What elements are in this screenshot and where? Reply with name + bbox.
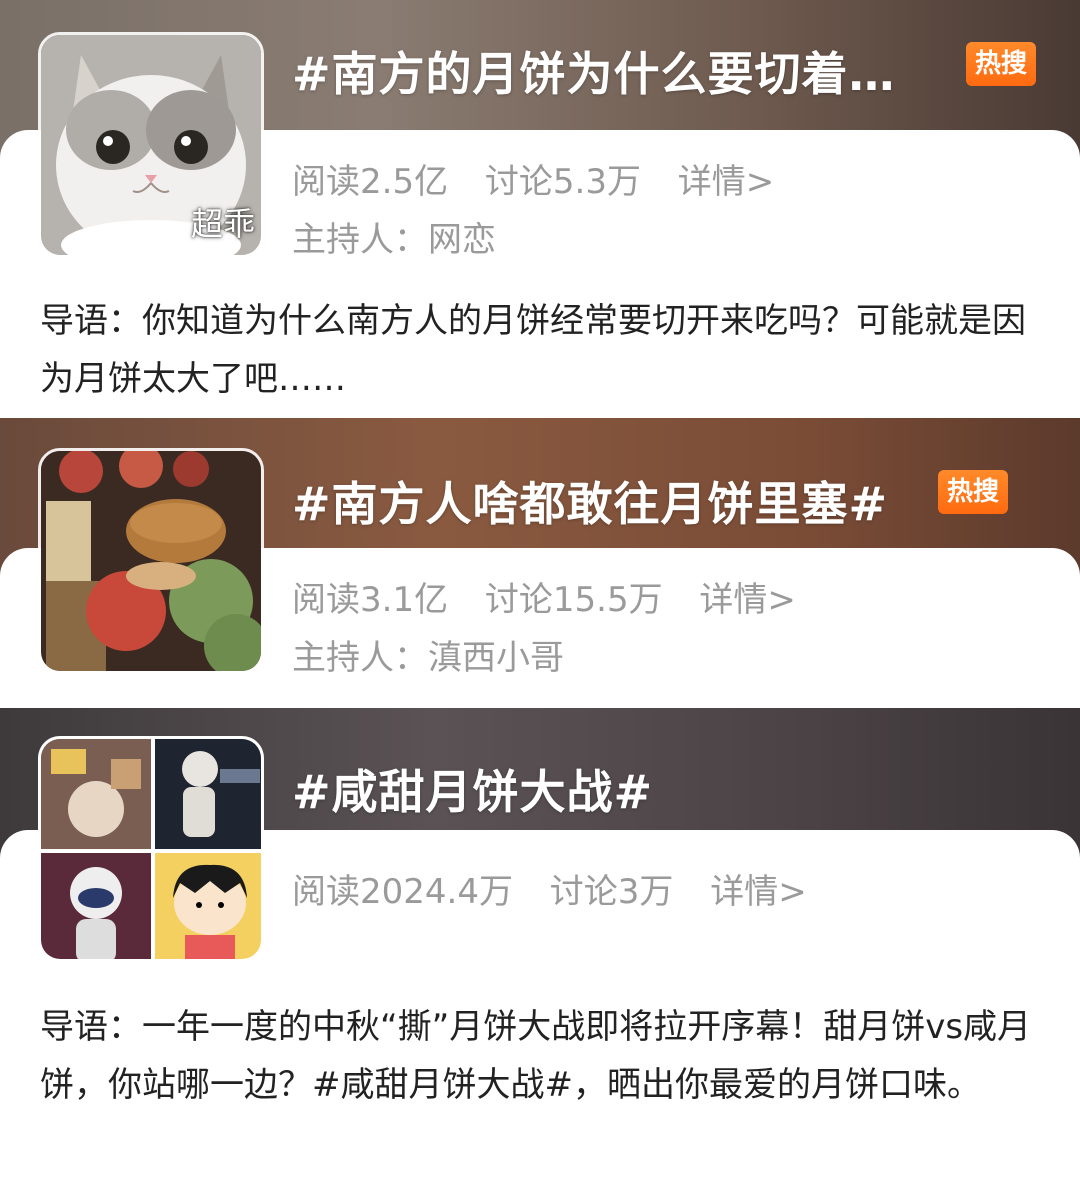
read-count: 阅读2024.4万 — [292, 872, 513, 912]
topic-host: 主持人：网恋 — [292, 220, 496, 260]
read-count: 阅读3.1亿 — [292, 580, 449, 620]
topic-host: 主持人：滇西小哥 — [292, 638, 564, 678]
detail-link[interactable]: 详情> — [699, 580, 796, 620]
topic-title[interactable]: #咸甜月饼大战# — [292, 756, 653, 822]
topic-stats: 阅读2.5亿 讨论5.3万 详情> — [292, 154, 800, 203]
topic-title[interactable]: #南方人啥都敢往月饼里塞# — [292, 468, 888, 534]
hot-search-badge: 热搜 — [966, 42, 1037, 86]
mooncake-food-photo[interactable] — [38, 448, 264, 674]
collage-photo-1 — [41, 739, 151, 849]
discuss-count: 讨论5.3万 — [484, 162, 641, 202]
detail-link[interactable]: 详情> — [678, 162, 775, 202]
collage-photo-4 — [155, 853, 261, 959]
topic-card-2[interactable]: #南方人啥都敢往月饼里塞# 热搜 阅读3.1亿 讨论15.5万 详情> 主持人：… — [0, 418, 1080, 708]
discuss-count: 讨论15.5万 — [484, 580, 663, 620]
sticker-text: 超乖 — [190, 205, 255, 243]
topic-card-3[interactable]: #咸甜月饼大战# 阅读2024.4万 讨论3万 详情> 导语：一年一度的中秋“撕… — [0, 708, 1080, 1187]
topic-title[interactable]: #南方的月饼为什么要切着… — [292, 38, 896, 104]
topic-intro: 导语：一年一度的中秋“撕”月饼大战即将拉开序幕！甜月饼vs咸月饼，你站哪一边？#… — [40, 1007, 1032, 1105]
topic-stats: 阅读2024.4万 讨论3万 详情> — [292, 864, 833, 913]
cat-photo[interactable]: 超乖 — [38, 32, 264, 258]
detail-link[interactable]: 详情> — [710, 872, 807, 912]
collage-photo-3 — [41, 853, 151, 959]
topic-intro: 导语：你知道为什么南方人的月饼经常要切开来吃吗？可能就是因为月饼太大了吧…… — [40, 301, 1026, 399]
discuss-count: 讨论3万 — [549, 872, 674, 912]
collage-photo-2 — [155, 739, 261, 849]
topic-stats: 阅读3.1亿 讨论15.5万 详情> — [292, 572, 822, 621]
topic-card-1[interactable]: 超乖 #南方的月饼为什么要切着… 热搜 阅读2.5亿 讨论5.3万 详情> 主持… — [0, 0, 1080, 418]
collage-photo[interactable] — [38, 736, 264, 962]
read-count: 阅读2.5亿 — [292, 162, 449, 202]
hot-search-badge: 热搜 — [938, 470, 1009, 514]
